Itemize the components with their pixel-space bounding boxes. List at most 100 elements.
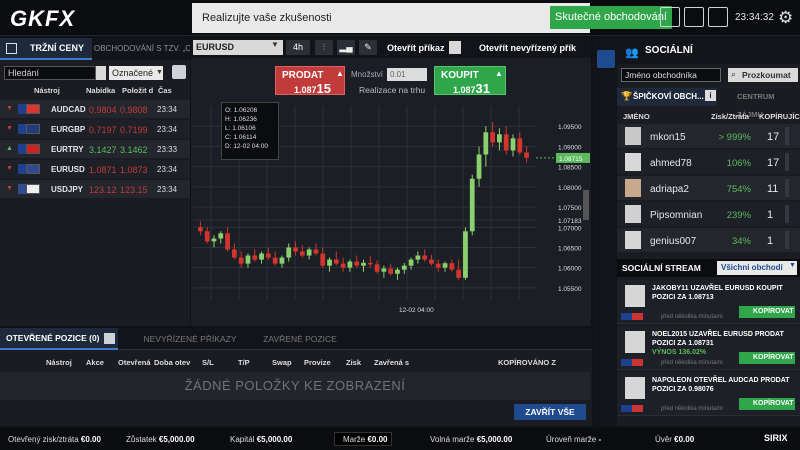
watchlist-filter-select[interactable]: Označené [109,66,163,80]
order-panel-icon[interactable] [449,41,461,54]
tab-open-positions[interactable]: OTEVŘENÉ POZICE (0) [0,328,118,350]
candle-body[interactable] [449,263,455,270]
instrument-search-input[interactable]: Hledání [4,66,96,80]
candle-body[interactable] [490,132,496,143]
symbol-select[interactable]: EURUSD [193,40,283,55]
bid-price[interactable]: 0.7197 [89,125,117,135]
ask-price[interactable]: 1.0873 [120,165,148,175]
candle-body[interactable] [354,261,360,266]
market-row[interactable]: ▼ EURUSD 1.0871 1.0873 23:34 [0,160,190,178]
close-all-button[interactable]: ZAVŘÍT VŠE [514,404,586,420]
trader-name[interactable]: genius007 [650,236,696,247]
quantity-input[interactable]: 0.01 [387,68,427,81]
indicators-icon[interactable]: ⫶ [315,40,333,55]
candle-body[interactable] [327,259,332,266]
candle-body[interactable] [483,132,489,155]
trader-search-input[interactable]: Jméno obchodníka [621,68,721,82]
buy-button[interactable]: KOUPIT ▲ 1.08731 [434,66,506,96]
candle-body[interactable] [293,247,298,252]
ask-price[interactable]: 123.15 [120,185,148,195]
pending-order-link[interactable]: Otevřít nevyřízený přík [479,43,576,53]
candle-body[interactable] [435,263,441,268]
candle-body[interactable] [252,255,258,260]
chevron-down-icon[interactable]: ▼ [271,40,279,49]
candle-body[interactable] [422,255,428,260]
layout-icon[interactable] [172,65,186,79]
bid-price[interactable]: 0.9804 [89,105,117,115]
candle-body[interactable] [388,268,394,274]
stream-item[interactable]: NOEL2015 UZAVŘEL EURUSD PRODAT POZICI ZA… [617,326,800,370]
trader-name[interactable]: adriapa2 [650,184,689,195]
candle-body[interactable] [463,231,468,278]
stream-item[interactable]: NAPOLEON OTEVŘEL AUDCAD PRODAT POZICI ZA… [617,372,800,416]
candle-body[interactable] [476,154,482,179]
candle-body[interactable] [265,253,271,258]
candle-body[interactable] [517,138,523,153]
trader-name[interactable]: Pipsomnian [650,210,702,221]
candle-body[interactable] [333,259,339,264]
candle-body[interactable] [381,268,387,272]
ask-price[interactable]: 0.7199 [120,125,148,135]
info-icon[interactable]: i [705,90,716,101]
calendar-icon[interactable] [660,7,680,27]
scrollbar[interactable] [785,205,789,223]
candle-body[interactable] [313,249,319,254]
candle-body[interactable] [211,238,217,242]
candle-body[interactable] [408,259,414,266]
candle-body[interactable] [361,262,366,266]
candle-body[interactable] [259,253,264,260]
candle-body[interactable] [299,251,305,256]
candle-body[interactable] [279,257,285,264]
candle-body[interactable] [415,255,421,260]
candle-body[interactable] [442,263,448,268]
candle-body[interactable] [524,152,529,158]
candle-body[interactable] [374,264,380,272]
candle-body[interactable] [204,231,210,242]
chart-scroll-handle[interactable] [583,190,589,220]
market-row[interactable]: ▲ EURTRY 3.1427 3.1462 23:33 [0,140,190,158]
candle-body[interactable] [469,178,475,232]
chevron-down-icon[interactable]: ▼ [789,262,796,269]
real-trading-button[interactable]: Skutečné obchodování [550,6,672,29]
bid-price[interactable]: 3.1427 [89,145,117,155]
chart-type-icon[interactable]: ▂▄ [337,40,355,55]
copy-button[interactable]: KOPÍROVAT [739,398,795,410]
document-icon[interactable] [708,7,728,27]
scrollbar[interactable] [785,179,789,197]
candle-body[interactable] [306,249,312,256]
ask-price[interactable]: 3.1462 [120,145,148,155]
candle-body[interactable] [238,257,244,264]
candle-body[interactable] [231,249,237,258]
tab-trading[interactable]: OBCHODOVÁNÍ S TZV. „CL [94,38,190,60]
trader-row[interactable]: mkon15 > 999% 17 [617,124,800,148]
candle-body[interactable] [245,255,251,264]
trader-row[interactable]: Pipsomnian 239% 1 [617,202,800,226]
users-icon[interactable] [597,50,615,68]
candle-body[interactable] [401,265,407,270]
tab-pending-orders[interactable]: NEVYŘÍZENÉ PŘÍKAZY [130,328,250,350]
chevron-down-icon[interactable]: ▼ [156,66,164,80]
candle-body[interactable] [225,233,230,250]
market-row[interactable]: ▼ AUDCAD 0.9804 0.9808 23:34 [0,100,190,118]
scrollbar[interactable] [785,127,789,145]
lightning-icon[interactable] [684,7,704,27]
open-order-link[interactable]: Otevřít příkaz [387,43,445,53]
market-row[interactable]: ▼ EURGBP 0.7197 0.7199 23:34 [0,120,190,138]
ask-price[interactable]: 0.9808 [120,105,148,115]
gear-icon[interactable]: ⚙ [778,8,793,28]
candle-body[interactable] [503,134,509,151]
stream-filter-select[interactable]: Všichni obchodí [717,261,797,275]
draw-tool-icon[interactable]: ✎ [359,40,377,55]
search-button[interactable] [96,66,106,80]
grid-icon[interactable] [104,333,115,344]
sell-button[interactable]: PRODAT ▲ 1.08715 [275,66,345,96]
candle-body[interactable] [367,262,373,265]
copy-button[interactable]: KOPÍROVAT [739,352,795,364]
candle-body[interactable] [456,269,462,278]
bid-price[interactable]: 1.0871 [89,165,117,175]
candle-body[interactable] [395,269,400,274]
trader-name[interactable]: ahmed78 [650,158,692,169]
candle-body[interactable] [347,261,353,268]
candle-body[interactable] [497,134,502,143]
candle-body[interactable] [286,247,292,258]
